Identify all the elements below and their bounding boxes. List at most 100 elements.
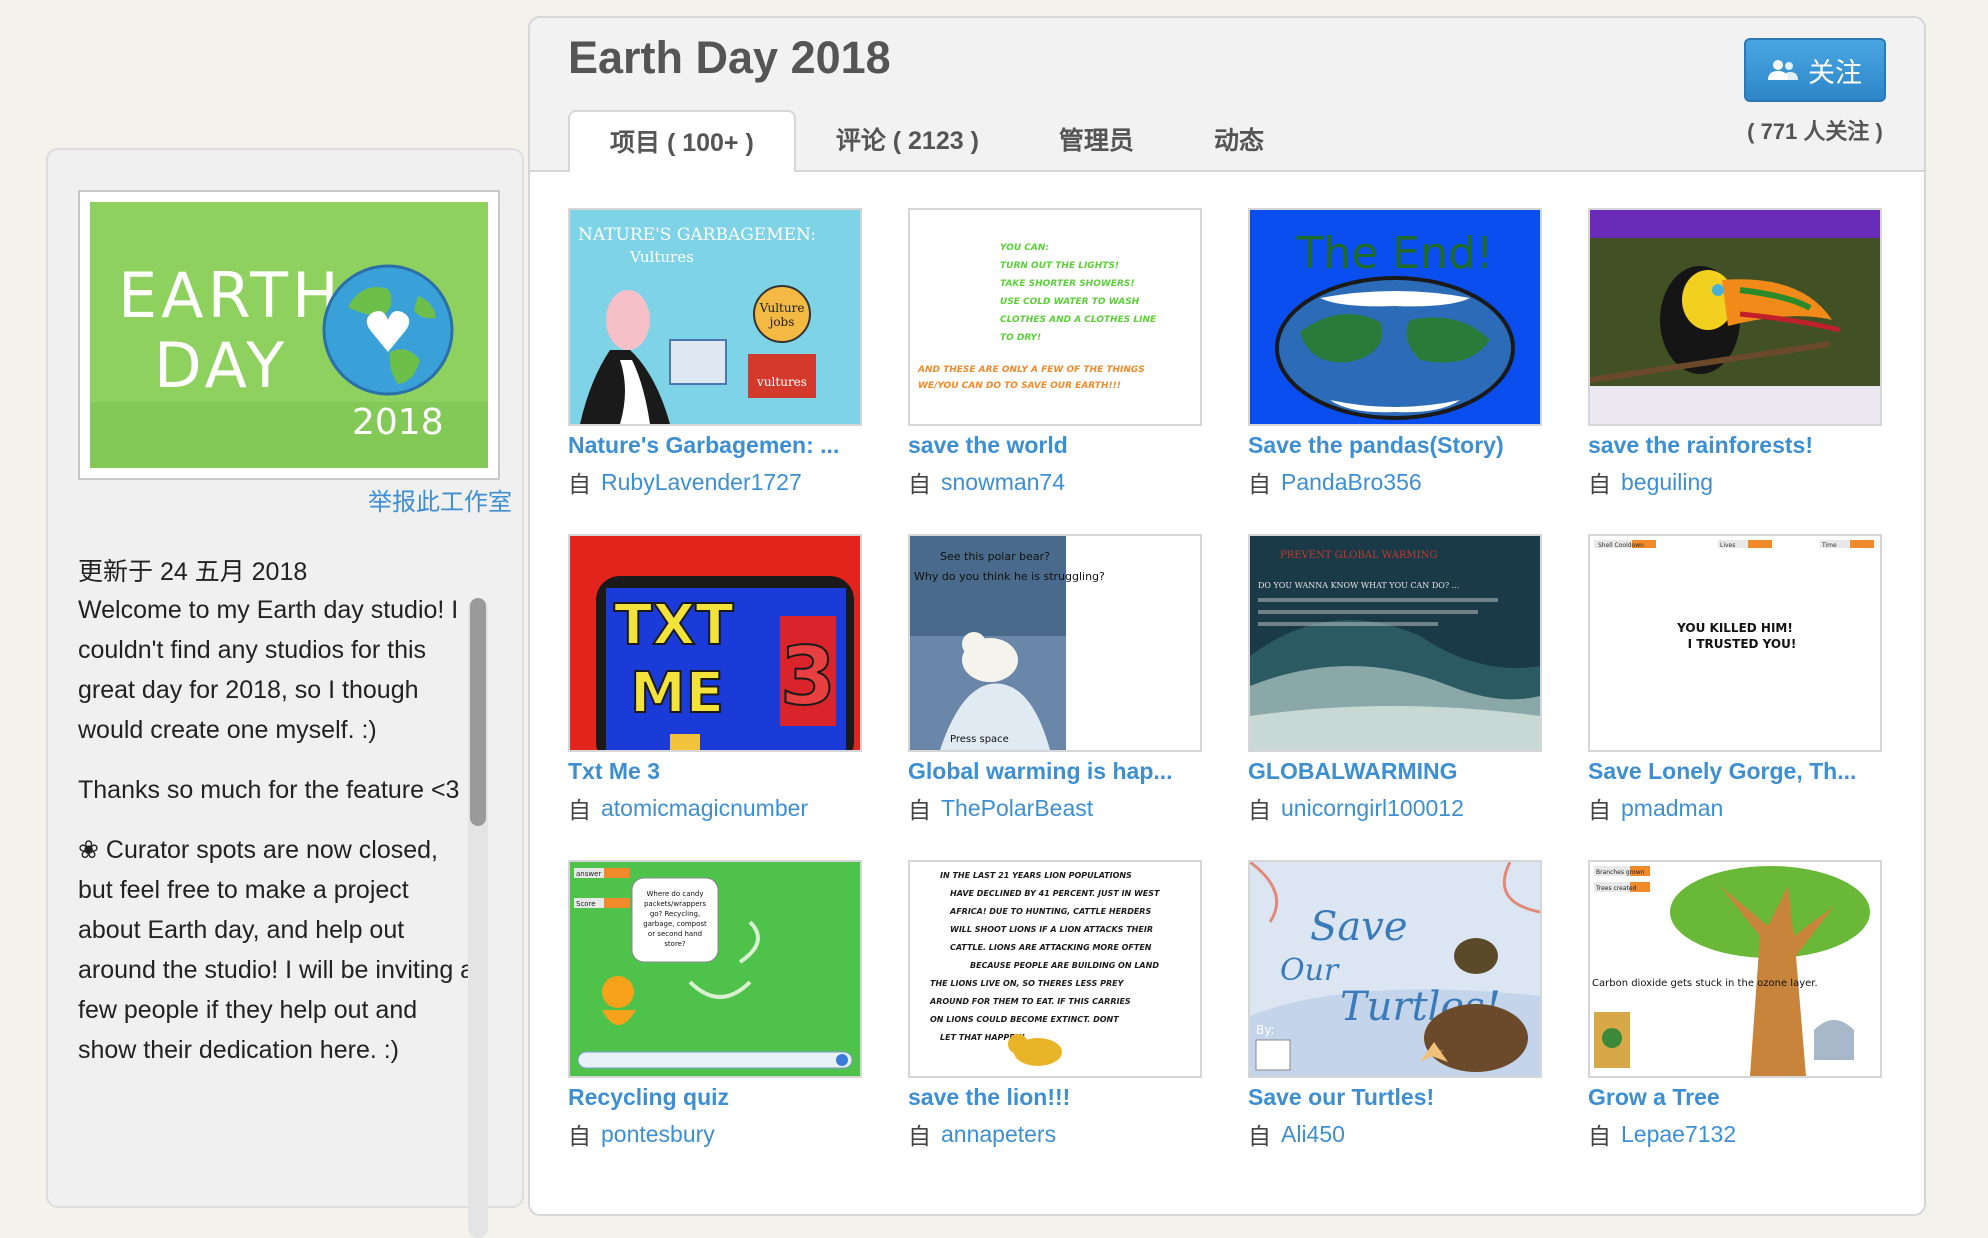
svg-text:CLOTHES AND A CLOTHES LINE: CLOTHES AND A CLOTHES LINE: [1000, 315, 1157, 325]
project-thumbnail[interactable]: Save Our Turtles! By:: [1248, 860, 1542, 1078]
project-thumbnail[interactable]: IN THE LAST 21 YEARS LION POPULATIONS HA…: [908, 860, 1202, 1078]
project-author-row: 自 beguiling: [1588, 465, 1882, 499]
tab-comments[interactable]: 评论 ( 2123 ): [796, 110, 1019, 170]
project-author[interactable]: PandaBro356: [1281, 469, 1422, 496]
svg-text:Trees created: Trees created: [1595, 885, 1637, 892]
svg-text:By:: By:: [1256, 1023, 1275, 1037]
svg-text:PREVENT GLOBAL WARMING: PREVENT GLOBAL WARMING: [1280, 550, 1437, 561]
project-title[interactable]: Nature's Garbagemen: ...: [568, 432, 862, 459]
project-author[interactable]: Ali450: [1281, 1121, 1345, 1148]
project-author-row: 自 Ali450: [1248, 1117, 1542, 1151]
tab-curators[interactable]: 管理员: [1019, 110, 1174, 170]
by-label: 自: [908, 1123, 931, 1149]
project-title[interactable]: Save Lonely Gorge, Th...: [1588, 758, 1882, 785]
tab-activity[interactable]: 动态: [1174, 110, 1304, 170]
project-card[interactable]: Shell Cooldown Lives Time YOU KILLED HIM…: [1588, 534, 1882, 825]
svg-text:Where do candy: Where do candy: [646, 890, 703, 898]
project-thumbnail[interactable]: The End!: [1248, 208, 1542, 426]
project-title[interactable]: GLOBALWARMING: [1248, 758, 1542, 785]
project-author[interactable]: pmadman: [1621, 795, 1723, 822]
svg-text:IN THE LAST 21 YEARS LION POPU: IN THE LAST 21 YEARS LION POPULATIONS: [940, 871, 1132, 880]
project-author-row: 自 snowman74: [908, 465, 1202, 499]
svg-text:Lives: Lives: [1720, 542, 1735, 549]
description-scrollbar[interactable]: [468, 598, 488, 1238]
svg-text:Press space: Press space: [950, 734, 1009, 745]
project-card[interactable]: Branches grown Trees created Carbon diox…: [1588, 860, 1882, 1151]
studio-thumbnail: EARTH DAY 2018: [90, 202, 488, 468]
project-author-row: 自 unicorngirl100012: [1248, 791, 1542, 825]
svg-text:AFRICA! DUE TO HUNTING, CATTLE: AFRICA! DUE TO HUNTING, CATTLE HERDERS: [949, 907, 1151, 916]
project-thumbnail[interactable]: [1588, 208, 1882, 426]
project-title[interactable]: save the lion!!!: [908, 1084, 1202, 1111]
project-card[interactable]: The End! Save the pandas(Story) 自 PandaB…: [1248, 208, 1542, 499]
project-author[interactable]: unicorngirl100012: [1281, 795, 1464, 822]
by-label: 自: [1588, 1123, 1611, 1149]
project-title[interactable]: Recycling quiz: [568, 1084, 862, 1111]
project-author[interactable]: snowman74: [941, 469, 1065, 496]
svg-text:TXT: TXT: [614, 593, 734, 658]
project-author[interactable]: annapeters: [941, 1121, 1056, 1148]
description-paragraph: ❀ Curator spots are now closed, but feel…: [78, 836, 475, 1064]
studio-sidebar: EARTH DAY 2018 举报此工作室 更新于 24 五月 2018 Wel…: [46, 148, 524, 1238]
project-thumbnail[interactable]: YOU CAN: TURN OUT THE LIGHTS! TAKE SHORT…: [908, 208, 1202, 426]
project-title[interactable]: Save the pandas(Story): [1248, 432, 1542, 459]
project-author[interactable]: RubyLavender1727: [601, 469, 802, 496]
description-paragraph: Thanks so much for the feature <3: [78, 776, 460, 804]
project-card[interactable]: Save Our Turtles! By: Save our Turtles! …: [1248, 860, 1542, 1151]
svg-text:answer: answer: [576, 870, 601, 878]
svg-text:Score: Score: [576, 900, 596, 908]
project-author[interactable]: pontesbury: [601, 1121, 715, 1148]
project-thumbnail[interactable]: Branches grown Trees created Carbon diox…: [1588, 860, 1882, 1078]
project-title[interactable]: Grow a Tree: [1588, 1084, 1882, 1111]
by-label: 自: [568, 797, 591, 823]
project-card[interactable]: NATURE'S GARBAGEMEN: Vultures Vulture jo…: [568, 208, 862, 499]
follow-button[interactable]: 关注: [1744, 38, 1886, 102]
project-author-row: 自 RubyLavender1727: [568, 465, 862, 499]
report-studio-link[interactable]: 举报此工作室: [368, 482, 512, 517]
svg-text:HAVE DECLINED BY 41 PERCENT. J: HAVE DECLINED BY 41 PERCENT. JUST IN WES…: [950, 889, 1160, 898]
project-card[interactable]: YOU CAN: TURN OUT THE LIGHTS! TAKE SHORT…: [908, 208, 1202, 499]
project-title[interactable]: save the rainforests!: [1588, 432, 1882, 459]
svg-text:ON LIONS COULD BECOME EXTINCT.: ON LIONS COULD BECOME EXTINCT. DONT: [930, 1015, 1119, 1024]
project-thumbnail[interactable]: TXT ME 3: [568, 534, 862, 752]
svg-text:3: 3: [780, 630, 836, 723]
follow-label: 关注: [1808, 57, 1862, 88]
svg-text:YOU KILLED HIM!: YOU KILLED HIM!: [1676, 621, 1793, 635]
project-title[interactable]: Save our Turtles!: [1248, 1084, 1542, 1111]
project-author[interactable]: beguiling: [1621, 469, 1713, 496]
studio-header: Earth Day 2018 项目 ( 100+ ) 评论 ( 2123 ) 管…: [530, 18, 1924, 172]
project-card[interactable]: IN THE LAST 21 YEARS LION POPULATIONS HA…: [908, 860, 1202, 1151]
svg-text:TO DRY!: TO DRY!: [1000, 333, 1041, 343]
project-author[interactable]: Lepae7132: [1621, 1121, 1736, 1148]
svg-text:garbage, compost: garbage, compost: [643, 920, 707, 928]
by-label: 自: [908, 797, 931, 823]
project-title[interactable]: Global warming is hap...: [908, 758, 1202, 785]
project-title[interactable]: save the world: [908, 432, 1202, 459]
svg-text:Why do you think he is struggl: Why do you think he is struggling?: [914, 570, 1105, 583]
project-title[interactable]: Txt Me 3: [568, 758, 862, 785]
project-thumbnail[interactable]: answer Score Where do candy packets/wrap…: [568, 860, 862, 1078]
svg-text:CATTLE. LIONS ARE ATTACKING MO: CATTLE. LIONS ARE ATTACKING MORE OFTEN: [950, 943, 1152, 952]
project-card[interactable]: save the rainforests! 自 beguiling: [1588, 208, 1882, 499]
project-thumbnail[interactable]: Shell Cooldown Lives Time YOU KILLED HIM…: [1588, 534, 1882, 752]
studio-description: Welcome to my Earth day studio! I couldn…: [78, 590, 478, 1230]
project-author[interactable]: ThePolarBeast: [941, 795, 1093, 822]
svg-text:Vulture: Vulture: [759, 301, 805, 315]
svg-text:Time: Time: [1821, 542, 1837, 549]
earth-text: EARTH: [118, 259, 343, 332]
project-thumbnail[interactable]: NATURE'S GARBAGEMEN: Vultures Vulture jo…: [568, 208, 862, 426]
project-card[interactable]: PREVENT GLOBAL WARMING DO YOU WANNA KNOW…: [1248, 534, 1542, 825]
project-thumbnail[interactable]: See this polar bear? Why do you think he…: [908, 534, 1202, 752]
tab-projects[interactable]: 项目 ( 100+ ): [568, 110, 796, 172]
project-thumbnail[interactable]: PREVENT GLOBAL WARMING DO YOU WANNA KNOW…: [1248, 534, 1542, 752]
svg-text:store?: store?: [664, 940, 686, 948]
project-card[interactable]: See this polar bear? Why do you think he…: [908, 534, 1202, 825]
users-icon: [1768, 60, 1798, 80]
project-author[interactable]: atomicmagicnumber: [601, 795, 808, 822]
project-card[interactable]: TXT ME 3 Txt Me 3 自 atomicmagicnumber: [568, 534, 862, 825]
studio-main-panel: Earth Day 2018 项目 ( 100+ ) 评论 ( 2123 ) 管…: [528, 16, 1926, 1216]
svg-text:DO YOU WANNA KNOW WHAT YOU CAN: DO YOU WANNA KNOW WHAT YOU CAN DO? ...: [1258, 581, 1459, 590]
scrollbar-thumb[interactable]: [470, 598, 486, 826]
by-label: 自: [1248, 1123, 1271, 1149]
project-card[interactable]: answer Score Where do candy packets/wrap…: [568, 860, 862, 1151]
